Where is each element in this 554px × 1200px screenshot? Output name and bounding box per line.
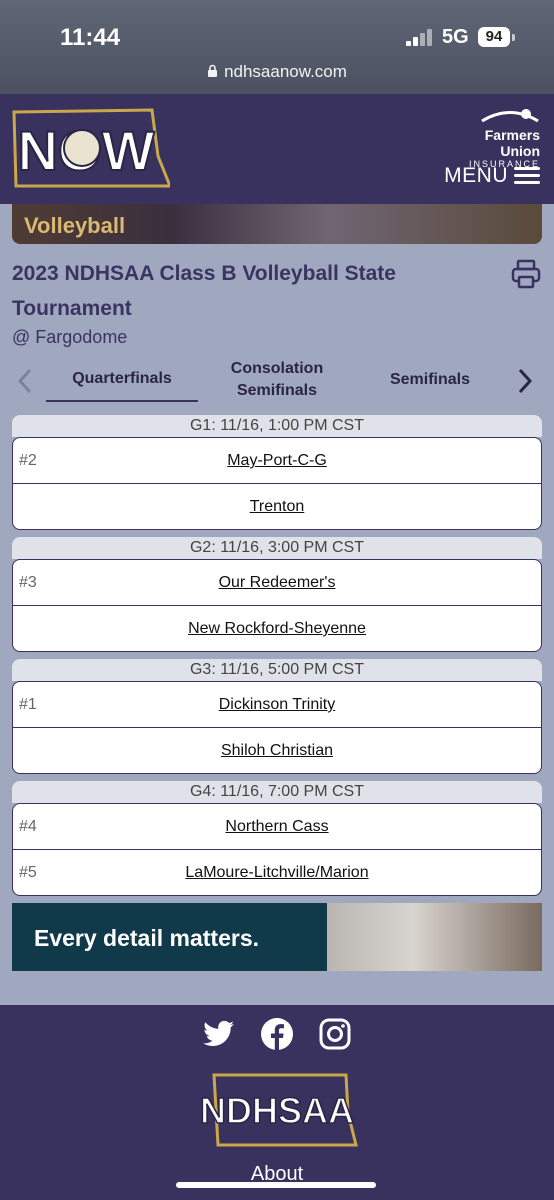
printer-icon[interactable] [510, 258, 542, 290]
team-link[interactable]: Shiloh Christian [221, 742, 333, 759]
sport-label: Volleyball [24, 213, 126, 238]
ad-image [327, 903, 542, 971]
status-time: 11:44 [60, 24, 121, 51]
tab-semifinals[interactable]: Semifinals [370, 369, 490, 391]
team-seed: #1 [19, 696, 37, 713]
team-link[interactable]: Trenton [250, 498, 305, 515]
signal-icon [406, 29, 434, 46]
game-header: G3: 11/16, 5:00 PM CST [12, 659, 542, 681]
sponsor-logo[interactable]: Farmers Union INSURANCE [450, 108, 540, 169]
footer-logo-text: NDHSAA [200, 1090, 354, 1131]
twitter-icon[interactable] [202, 1017, 236, 1051]
now-logo[interactable]: NOW [12, 106, 170, 188]
tab-consolation-semifinals[interactable]: Consolation Semifinals [212, 358, 342, 402]
game-header: G1: 11/16, 1:00 PM CST [12, 415, 542, 437]
team-link[interactable]: May-Port-C-G [227, 452, 327, 469]
network-type: 5G [442, 26, 469, 48]
team-row[interactable]: #5 LaMoure-Litchville/Marion [13, 849, 541, 895]
team-link[interactable]: Our Redeemer's [219, 574, 336, 591]
event-title: 2023 NDHSAA Class B Volleyball State Tou… [12, 262, 396, 320]
chevron-right-icon[interactable] [518, 368, 533, 401]
instagram-icon[interactable] [318, 1017, 352, 1051]
sponsor-arc-icon [481, 109, 539, 123]
team-link[interactable]: Dickinson Trinity [219, 696, 335, 713]
facebook-icon[interactable] [260, 1017, 294, 1051]
chevron-left-icon[interactable] [17, 368, 32, 401]
ndhsaa-logo[interactable]: NDHSAA [196, 1073, 358, 1147]
status-bar: 11:44 5G 94 ndhsaanow.com [0, 0, 554, 94]
team-row[interactable]: #2 May-Port-C-G [13, 438, 541, 483]
team-link[interactable]: Northern Cass [225, 818, 328, 835]
round-tabs: Quarterfinals Consolation Semifinals Sem… [0, 356, 554, 404]
url-text: ndhsaanow.com [224, 62, 347, 81]
team-seed: #4 [19, 818, 37, 835]
address-bar[interactable]: ndhsaanow.com [0, 62, 554, 83]
team-row[interactable]: Shiloh Christian [13, 727, 541, 773]
home-indicator[interactable] [176, 1182, 376, 1188]
team-seed: #3 [19, 574, 37, 591]
game-header: G2: 11/16, 3:00 PM CST [12, 537, 542, 559]
ad-text: Every detail matters. [34, 925, 260, 951]
site-footer: NDHSAA About [0, 1005, 554, 1200]
menu-button[interactable]: MENU [444, 164, 540, 188]
team-row[interactable]: #4 Northern Cass [13, 804, 541, 849]
game-card: G4: 11/16, 7:00 PM CST #4 Northern Cass #… [12, 781, 542, 896]
team-seed: #5 [19, 864, 37, 881]
site-header: NOW Farmers Union INSURANCE MENU [0, 94, 554, 204]
team-seed: #2 [19, 452, 37, 469]
game-card: G3: 11/16, 5:00 PM CST #1 Dickinson Trini… [12, 659, 542, 774]
sponsor-name: Farmers Union [484, 127, 540, 159]
sport-banner: Volleyball [12, 204, 542, 244]
team-row[interactable]: #3 Our Redeemer's [13, 560, 541, 605]
team-link[interactable]: New Rockford-Sheyenne [188, 620, 366, 637]
battery-icon: 94 [478, 27, 510, 47]
team-row[interactable]: #1 Dickinson Trinity [13, 682, 541, 727]
game-card: G2: 11/16, 3:00 PM CST #3 Our Redeemer's … [12, 537, 542, 652]
tab-quarterfinals[interactable]: Quarterfinals [46, 368, 198, 402]
game-card: G1: 11/16, 1:00 PM CST #2 May-Port-C-G Tr… [12, 415, 542, 530]
event-venue: @ Fargodome [12, 327, 128, 347]
ad-banner[interactable]: Every detail matters. [12, 903, 542, 971]
battery-cap [512, 34, 515, 41]
game-header: G4: 11/16, 7:00 PM CST [12, 781, 542, 803]
team-link[interactable]: LaMoure-Litchville/Marion [185, 864, 368, 881]
team-row[interactable]: Trenton [13, 483, 541, 529]
team-row[interactable]: New Rockford-Sheyenne [13, 605, 541, 651]
hamburger-icon [514, 167, 540, 185]
menu-label: MENU [444, 164, 508, 187]
lock-icon [207, 63, 218, 83]
